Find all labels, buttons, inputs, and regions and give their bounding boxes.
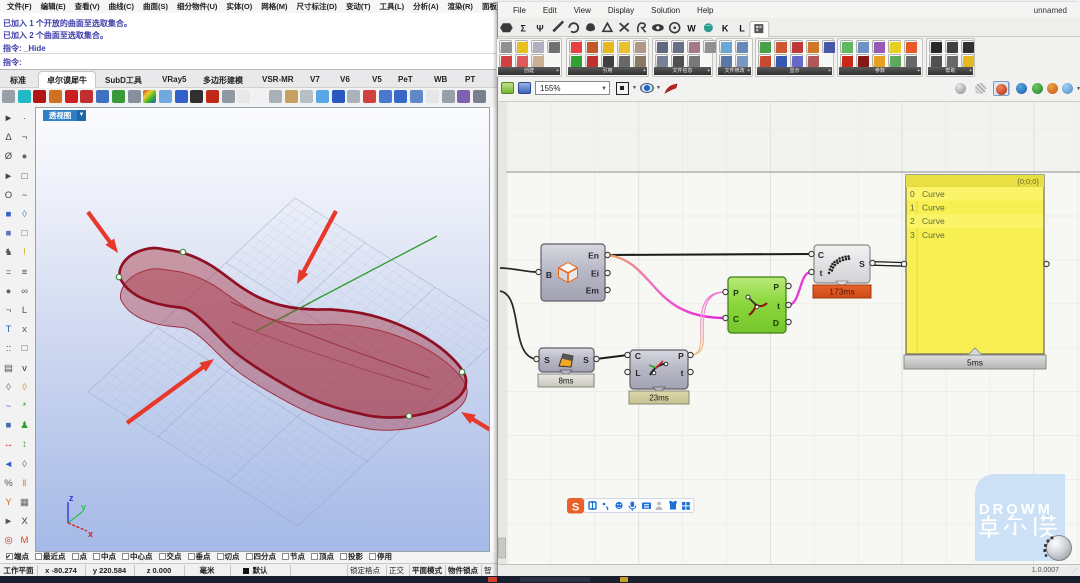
svg-text:t: t <box>777 301 780 311</box>
svg-text:C: C <box>818 250 824 260</box>
svg-text:5ms: 5ms <box>967 358 983 368</box>
svg-text:C: C <box>733 314 739 324</box>
svg-text:En: En <box>588 251 599 261</box>
svg-text:Em: Em <box>586 286 600 296</box>
svg-text:DROWM: DROWM <box>979 502 1053 518</box>
svg-text:Curve: Curve <box>922 216 945 226</box>
svg-text:x: x <box>88 529 93 539</box>
svg-text:8ms: 8ms <box>558 377 573 386</box>
svg-text:y: y <box>81 502 86 512</box>
svg-text:P: P <box>773 282 779 292</box>
svg-text:23ms: 23ms <box>649 394 669 403</box>
svg-text:0: 0 <box>910 189 915 199</box>
svg-text:W: W <box>687 23 696 33</box>
svg-text:1: 1 <box>910 203 915 213</box>
svg-text:t: t <box>681 368 684 378</box>
svg-text:P: P <box>733 288 739 298</box>
svg-text:173ms: 173ms <box>829 287 855 297</box>
svg-text:Ψ: Ψ <box>536 23 543 33</box>
svg-text:D: D <box>773 318 779 328</box>
svg-text:Σ: Σ <box>521 23 527 33</box>
svg-text:{0;0;0}: {0;0;0} <box>1017 177 1039 186</box>
svg-text:P: P <box>678 351 684 361</box>
svg-text:3: 3 <box>910 230 915 240</box>
svg-text:S: S <box>572 502 579 514</box>
svg-text:Curve: Curve <box>922 189 945 199</box>
svg-text:S: S <box>859 259 865 269</box>
svg-text:L: L <box>739 23 745 33</box>
svg-text:S: S <box>583 355 589 365</box>
svg-text:z: z <box>69 493 74 503</box>
svg-text:Curve: Curve <box>922 230 945 240</box>
svg-text:Curve: Curve <box>922 203 945 213</box>
svg-text:L: L <box>635 368 640 378</box>
svg-text:Ei: Ei <box>591 269 599 279</box>
svg-text:K: K <box>722 23 729 33</box>
svg-text:2: 2 <box>910 216 915 226</box>
svg-text:B: B <box>546 270 552 280</box>
svg-text:C: C <box>635 351 641 361</box>
svg-text:t: t <box>820 268 823 278</box>
svg-text:S: S <box>544 355 550 365</box>
